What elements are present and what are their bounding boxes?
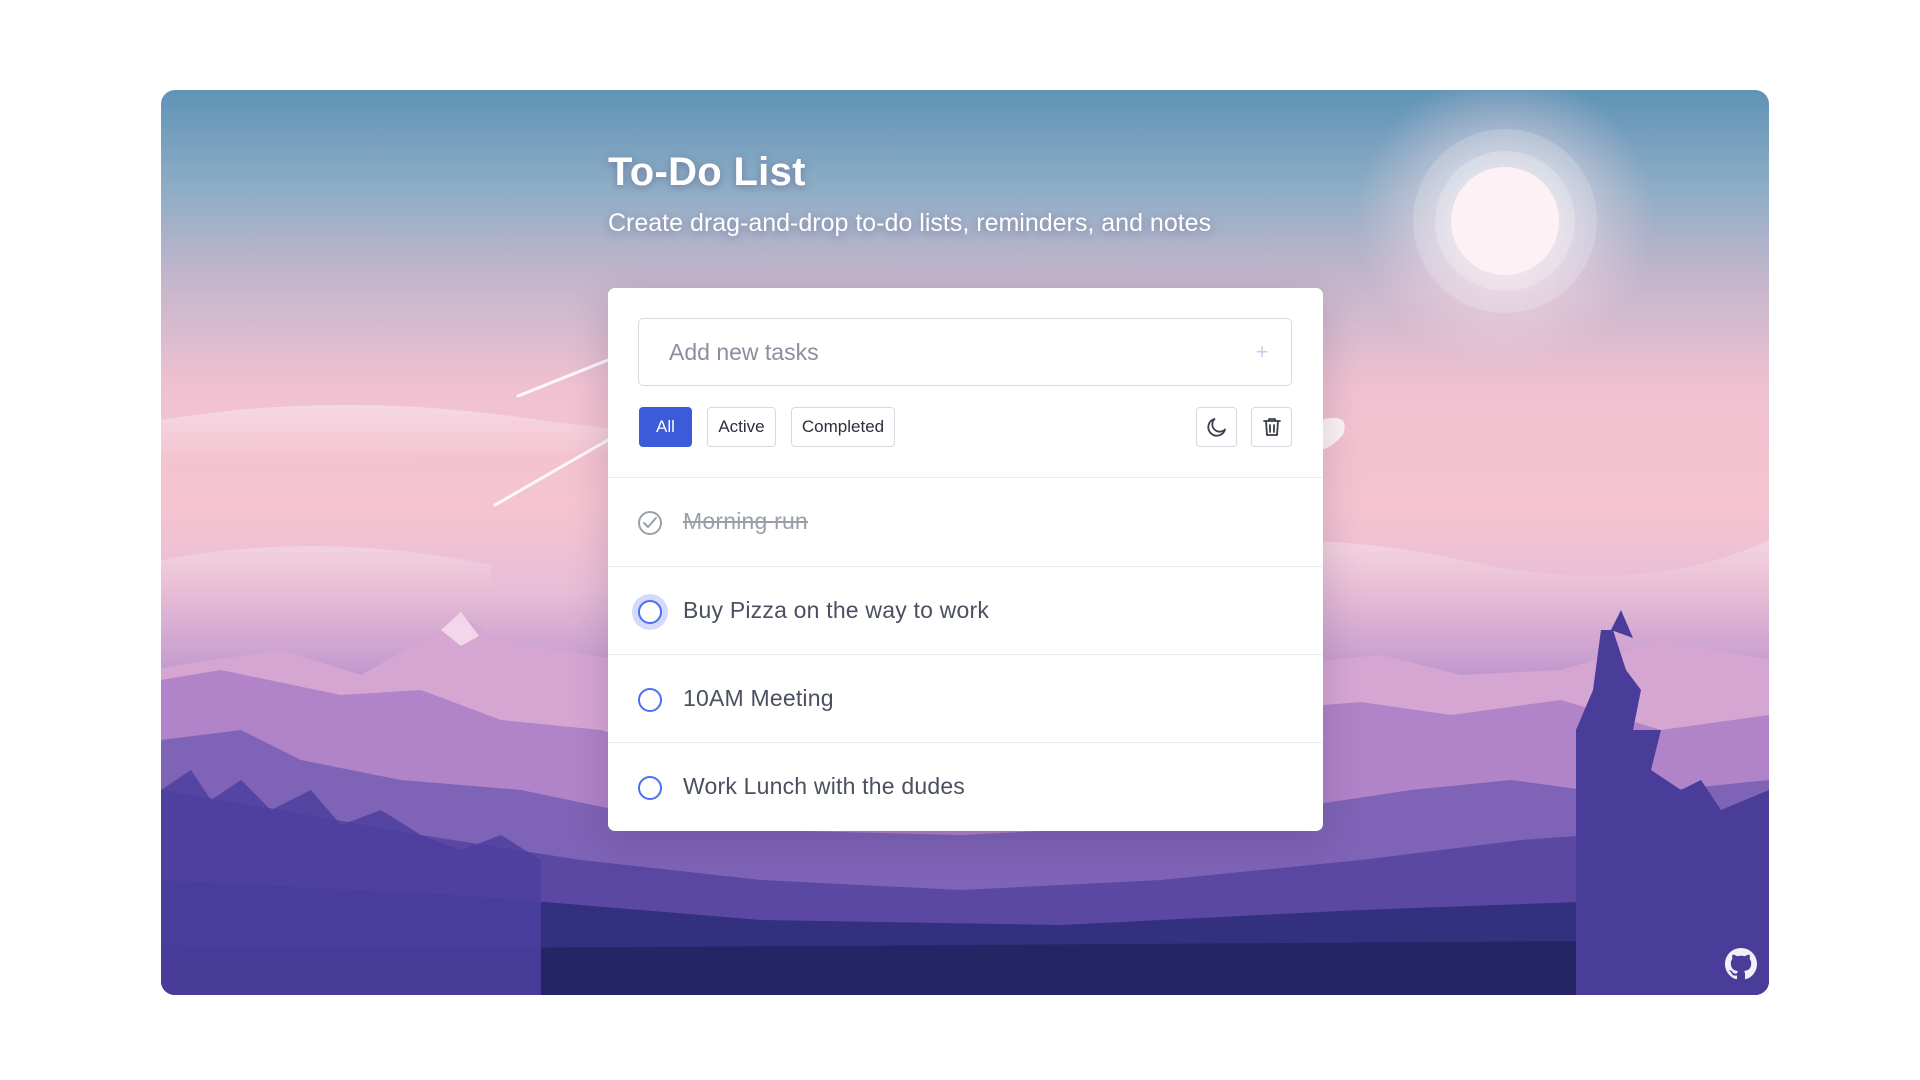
trash-icon <box>1262 418 1281 436</box>
page-title: To-Do List <box>608 150 806 194</box>
task-label: Morning run <box>683 508 808 534</box>
circle-icon[interactable] <box>638 600 662 624</box>
task-label: Work Lunch with the dudes <box>683 773 966 799</box>
background-landscape: To-Do List Create drag-and-drop to-do li… <box>161 90 1769 995</box>
clear-completed-button[interactable] <box>1251 407 1292 447</box>
add-task-input[interactable] <box>639 319 1239 385</box>
circle-icon[interactable] <box>638 688 662 712</box>
task-item[interactable]: Work Lunch with the dudes <box>608 743 1323 831</box>
task-label: Buy Pizza on the way to work <box>683 597 990 623</box>
add-task-field: + <box>638 318 1292 386</box>
check-circle-icon[interactable] <box>638 511 662 535</box>
plus-icon[interactable]: + <box>1249 339 1275 365</box>
filter-active-button[interactable]: Active <box>707 407 776 447</box>
moon-icon <box>1206 418 1226 437</box>
filter-all-button[interactable]: All <box>639 407 692 447</box>
task-item[interactable]: Morning run <box>608 478 1323 566</box>
task-item[interactable]: Buy Pizza on the way to work <box>608 567 1323 655</box>
page-subtitle: Create drag-and-drop to-do lists, remind… <box>608 209 1212 237</box>
circle-icon[interactable] <box>638 776 662 800</box>
task-label: 10AM Meeting <box>683 685 834 711</box>
todo-card: + All Active Completed Morning run <box>608 288 1323 831</box>
github-icon[interactable] <box>1725 948 1757 980</box>
page-header: To-Do List Create drag-and-drop to-do li… <box>608 150 1211 238</box>
theme-toggle-button[interactable] <box>1196 407 1237 447</box>
task-item[interactable]: 10AM Meeting <box>608 655 1323 743</box>
filter-completed-button[interactable]: Completed <box>791 407 895 447</box>
